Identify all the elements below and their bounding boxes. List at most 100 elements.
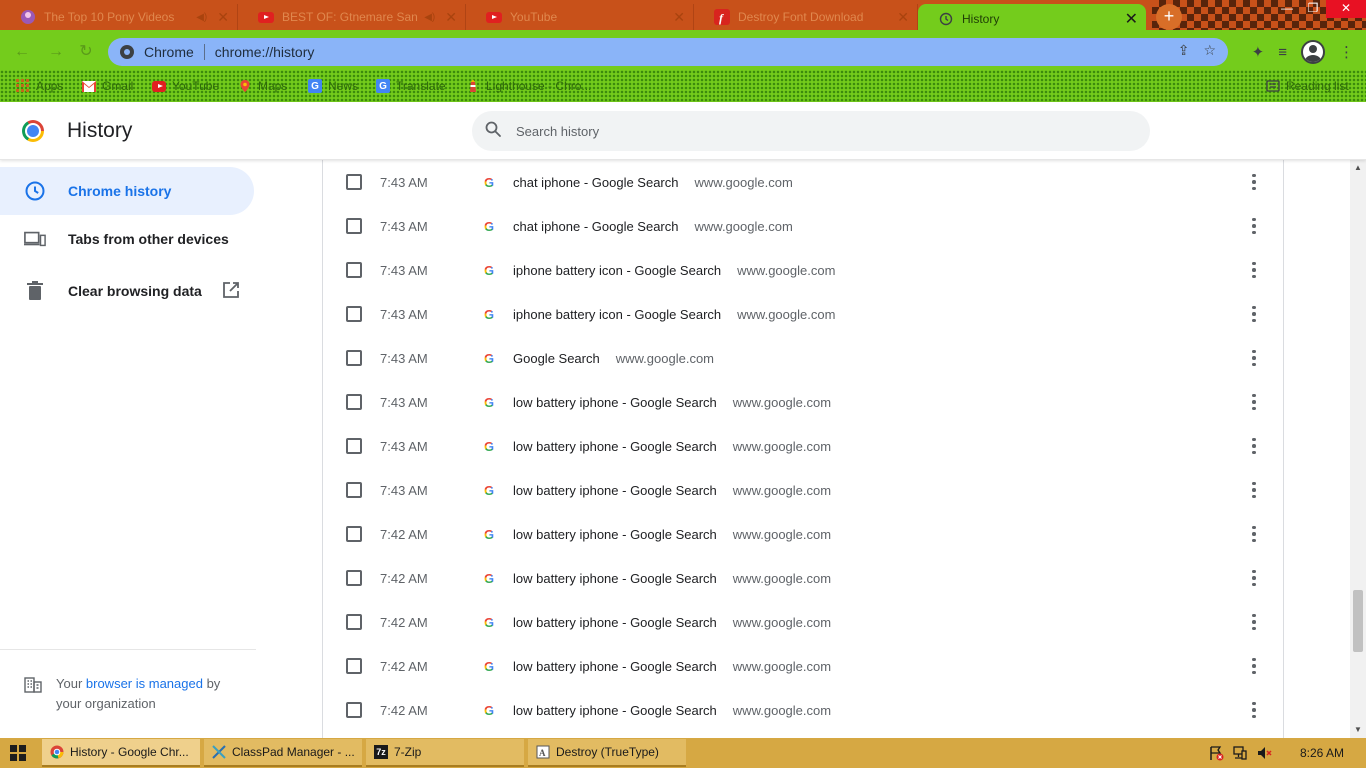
history-row[interactable]: 7:42 AM Glow battery iphone - Google Sear… — [323, 688, 1285, 732]
scrollbar[interactable]: ▲ ▼ — [1350, 160, 1366, 738]
scroll-down-arrow-icon[interactable]: ▼ — [1350, 722, 1366, 738]
close-icon[interactable]: ✕ — [445, 9, 457, 26]
address-bar[interactable]: Chrome chrome://history ⇪ ☆ — [108, 38, 1228, 66]
row-title-link[interactable]: iphone battery icon - Google Search — [513, 307, 721, 322]
tab-best-of[interactable]: BEST OF: Gtnemare Sans !! ◀) ✕ — [238, 4, 466, 30]
restore-button[interactable]: ❐ — [1300, 0, 1326, 18]
new-tab-button[interactable]: + — [1156, 4, 1182, 30]
row-checkbox[interactable] — [346, 218, 362, 234]
managed-link[interactable]: browser is managed — [86, 676, 203, 691]
row-title-link[interactable]: low battery iphone - Google Search — [513, 483, 717, 498]
close-icon[interactable]: ✕ — [897, 9, 909, 26]
row-checkbox[interactable] — [346, 570, 362, 586]
minimize-button[interactable]: — — [1274, 0, 1300, 18]
row-checkbox[interactable] — [346, 702, 362, 718]
back-button[interactable]: ← — [12, 42, 32, 62]
taskbar-item-classpad[interactable]: ClassPad Manager - ... — [204, 739, 362, 767]
row-checkbox[interactable] — [346, 350, 362, 366]
taskbar-item-font-viewer[interactable]: A Destroy (TrueType) — [528, 739, 686, 767]
scroll-thumb[interactable] — [1353, 590, 1363, 652]
history-row[interactable]: 7:43 AM Glow battery iphone - Google Sear… — [323, 380, 1285, 424]
extensions-icon[interactable]: ✦ — [1252, 43, 1265, 61]
row-more-actions-icon[interactable] — [1247, 260, 1261, 280]
close-icon[interactable]: ✕ — [1125, 9, 1138, 29]
row-title-link[interactable]: low battery iphone - Google Search — [513, 659, 717, 674]
row-checkbox[interactable] — [346, 262, 362, 278]
row-checkbox[interactable] — [346, 614, 362, 630]
bookmark-news[interactable]: G News — [308, 76, 358, 96]
row-checkbox[interactable] — [346, 174, 362, 190]
row-title-link[interactable]: low battery iphone - Google Search — [513, 571, 717, 586]
speaker-icon[interactable]: ◀) — [196, 12, 207, 23]
row-more-actions-icon[interactable] — [1247, 480, 1261, 500]
star-icon[interactable]: ☆ — [1203, 42, 1216, 59]
row-title-link[interactable]: low battery iphone - Google Search — [513, 703, 717, 718]
row-title-link[interactable]: iphone battery icon - Google Search — [513, 263, 721, 278]
bookmark-maps[interactable]: Maps — [238, 76, 287, 96]
row-more-actions-icon[interactable] — [1247, 700, 1261, 720]
row-title-link[interactable]: low battery iphone - Google Search — [513, 439, 717, 454]
history-row[interactable]: 7:43 AM Gchat iphone - Google Search www.g… — [323, 160, 1285, 204]
history-row[interactable]: 7:42 AM Glow battery iphone - Google Sear… — [323, 556, 1285, 600]
history-row[interactable]: 7:43 AM Giphone battery icon - Google Sea… — [323, 292, 1285, 336]
row-checkbox[interactable] — [346, 394, 362, 410]
media-controls-icon[interactable]: ≡ — [1278, 44, 1287, 61]
row-title-link[interactable]: low battery iphone - Google Search — [513, 527, 717, 542]
bookmark-apps[interactable]: Apps — [16, 76, 63, 96]
row-more-actions-icon[interactable] — [1247, 392, 1261, 412]
network-icon[interactable] — [1232, 745, 1248, 761]
close-icon[interactable]: ✕ — [673, 9, 685, 26]
url-text[interactable]: chrome://history — [215, 44, 315, 60]
windows-start-icon[interactable] — [10, 745, 26, 761]
history-row[interactable]: 7:43 AM Glow battery iphone - Google Sear… — [323, 424, 1285, 468]
share-icon[interactable]: ⇪ — [1178, 42, 1190, 59]
row-more-actions-icon[interactable] — [1247, 216, 1261, 236]
search-box[interactable] — [472, 111, 1150, 151]
reload-button[interactable]: ↻ — [76, 42, 96, 62]
reading-list-button[interactable]: Reading list — [1266, 76, 1349, 96]
taskbar-item-7zip[interactable]: 7z 7-Zip — [366, 739, 524, 767]
profile-avatar[interactable] — [1301, 40, 1325, 64]
flag-alert-icon[interactable] — [1208, 745, 1224, 761]
row-checkbox[interactable] — [346, 658, 362, 674]
row-title-link[interactable]: low battery iphone - Google Search — [513, 395, 717, 410]
row-title-link[interactable]: Google Search — [513, 351, 600, 366]
bookmark-translate[interactable]: G Translate — [376, 76, 446, 96]
history-row[interactable]: 7:43 AM Gchat iphone - Google Search www.g… — [323, 204, 1285, 248]
search-input[interactable] — [516, 123, 1076, 139]
tab-destroy-font[interactable]: f Destroy Font Download ✕ — [694, 4, 918, 30]
tab-pony-videos[interactable]: The Top 10 Pony Videos ◀) ✕ — [0, 4, 238, 30]
speaker-icon[interactable]: ◀) — [424, 12, 435, 23]
row-checkbox[interactable] — [346, 482, 362, 498]
row-checkbox[interactable] — [346, 306, 362, 322]
clock[interactable]: 8:26 AM — [1300, 746, 1344, 760]
row-checkbox[interactable] — [346, 526, 362, 542]
history-row[interactable]: 7:43 AM G Google Search www.google.com — [323, 336, 1285, 380]
window-close-button[interactable]: ✕ — [1326, 0, 1366, 18]
row-more-actions-icon[interactable] — [1247, 348, 1261, 368]
more-menu-icon[interactable]: ⋮ — [1339, 43, 1354, 61]
row-more-actions-icon[interactable] — [1247, 172, 1261, 192]
forward-button[interactable]: → — [46, 42, 66, 62]
row-more-actions-icon[interactable] — [1247, 656, 1261, 676]
sidebar-item-tabs-other-devices[interactable]: Tabs from other devices — [0, 215, 254, 263]
history-row[interactable]: 7:43 AM Glow battery iphone - Google Sear… — [323, 468, 1285, 512]
row-more-actions-icon[interactable] — [1247, 304, 1261, 324]
sidebar-item-clear-browsing-data[interactable]: Clear browsing data — [0, 267, 254, 315]
row-more-actions-icon[interactable] — [1247, 568, 1261, 588]
row-title-link[interactable]: chat iphone - Google Search — [513, 175, 679, 190]
history-row[interactable]: 7:42 AM Glow battery iphone - Google Sear… — [323, 600, 1285, 644]
bookmark-gmail[interactable]: Gmail — [82, 76, 133, 96]
row-checkbox[interactable] — [346, 438, 362, 454]
row-title-link[interactable]: chat iphone - Google Search — [513, 219, 679, 234]
sidebar-item-chrome-history[interactable]: Chrome history — [0, 167, 254, 215]
row-more-actions-icon[interactable] — [1247, 612, 1261, 632]
bookmark-lighthouse[interactable]: Lighthouse - Chro... — [466, 76, 591, 96]
taskbar-item-chrome[interactable]: History - Google Chr... — [42, 739, 200, 767]
volume-muted-icon[interactable] — [1256, 745, 1272, 761]
history-row[interactable]: 7:42 AM Glow battery iphone - Google Sear… — [323, 512, 1285, 556]
scroll-up-arrow-icon[interactable]: ▲ — [1350, 160, 1366, 176]
bookmark-youtube[interactable]: YouTube — [152, 76, 219, 96]
tab-youtube[interactable]: YouTube ✕ — [466, 4, 694, 30]
history-row[interactable]: 7:42 AM Glow battery iphone - Google Sear… — [323, 644, 1285, 688]
